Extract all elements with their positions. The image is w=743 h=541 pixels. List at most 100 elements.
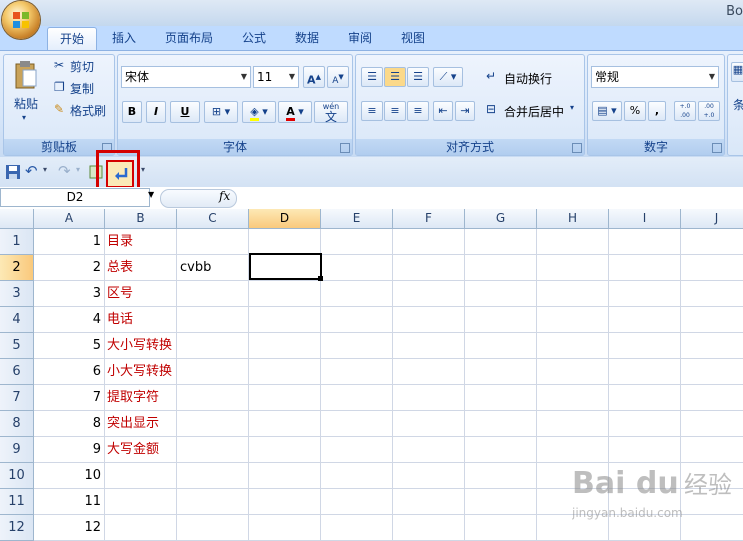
cell-g[interactable] [465, 489, 537, 515]
tab-formulas[interactable]: 公式 [234, 27, 274, 49]
align-left-button[interactable]: ≡ [361, 101, 383, 121]
cell-f[interactable] [393, 515, 465, 541]
cell-f[interactable] [393, 229, 465, 255]
cell-f[interactable] [393, 307, 465, 333]
save-icon[interactable] [5, 164, 21, 180]
wrap-text-button[interactable]: ↵ 自动换行 [484, 68, 580, 88]
cell-a[interactable]: 2 [34, 255, 105, 281]
number-launcher-icon[interactable] [712, 143, 722, 153]
row-header[interactable]: 8 [0, 411, 34, 437]
undo-icon[interactable]: ↶ [25, 162, 38, 180]
column-header-j[interactable]: J [681, 209, 743, 229]
cell-d[interactable] [249, 411, 321, 437]
cell-i[interactable] [609, 333, 681, 359]
cell-e[interactable] [321, 255, 393, 281]
paste-button[interactable]: 粘贴 ▾ [8, 58, 44, 128]
row-header[interactable]: 3 [0, 281, 34, 307]
formula-input[interactable] [236, 188, 743, 207]
cell-j[interactable] [681, 307, 743, 333]
cell-b[interactable]: 大小写转换 [105, 333, 177, 359]
cell-g[interactable] [465, 515, 537, 541]
row-header[interactable]: 10 [0, 463, 34, 489]
cell-a[interactable]: 11 [34, 489, 105, 515]
cell-f[interactable] [393, 333, 465, 359]
cell-b[interactable]: 区号 [105, 281, 177, 307]
cell-i[interactable] [609, 411, 681, 437]
cell-b[interactable]: 提取字符 [105, 385, 177, 411]
column-header-h[interactable]: H [537, 209, 609, 229]
row-header[interactable]: 2 [0, 255, 34, 281]
cell-c[interactable] [177, 229, 249, 255]
cell-j[interactable] [681, 385, 743, 411]
cell-h[interactable] [537, 229, 609, 255]
increase-decimal-button[interactable]: +.0 .00 [674, 101, 696, 121]
cell-h[interactable] [537, 281, 609, 307]
insert-function-icon[interactable]: fx [219, 189, 230, 203]
cell-a[interactable]: 5 [34, 333, 105, 359]
cell-d[interactable] [249, 229, 321, 255]
cell-e[interactable] [321, 385, 393, 411]
customize-qat-icon[interactable]: ▾ [141, 165, 145, 174]
cell-f[interactable] [393, 437, 465, 463]
cell-i[interactable] [609, 307, 681, 333]
cell-c[interactable] [177, 307, 249, 333]
row-header[interactable]: 9 [0, 437, 34, 463]
grow-font-button[interactable]: A▲ [303, 66, 325, 88]
shrink-font-button[interactable]: A▼ [327, 66, 349, 88]
cell-i[interactable] [609, 359, 681, 385]
align-right-button[interactable]: ≡ [407, 101, 429, 121]
styles-button[interactable]: ▦ [731, 62, 743, 82]
cell-c[interactable] [177, 489, 249, 515]
cell-d[interactable] [249, 515, 321, 541]
cell-g[interactable] [465, 307, 537, 333]
column-header-i[interactable]: I [609, 209, 681, 229]
font-color-button[interactable]: A ▾ [278, 101, 312, 123]
cell-e[interactable] [321, 229, 393, 255]
column-header-b[interactable]: B [105, 209, 177, 229]
cell-f[interactable] [393, 359, 465, 385]
cell-g[interactable] [465, 359, 537, 385]
cell-c[interactable] [177, 359, 249, 385]
currency-button[interactable]: ▤ ▾ [592, 101, 622, 121]
cell-h[interactable] [537, 307, 609, 333]
office-button[interactable] [2, 1, 40, 39]
cell-a[interactable]: 8 [34, 411, 105, 437]
cell-g[interactable] [465, 281, 537, 307]
cell-b[interactable]: 总表 [105, 255, 177, 281]
cell-h[interactable] [537, 385, 609, 411]
cell-b[interactable]: 电话 [105, 307, 177, 333]
cell-d[interactable] [249, 385, 321, 411]
cell-g[interactable] [465, 333, 537, 359]
name-box-dropdown-icon[interactable]: ▼ [148, 190, 154, 199]
cell-e[interactable] [321, 359, 393, 385]
cell-c[interactable] [177, 463, 249, 489]
cell-d[interactable] [249, 333, 321, 359]
name-box[interactable]: D2 [0, 188, 150, 207]
copy-button[interactable]: ❐ 复制 [52, 80, 110, 96]
undo-dropdown-icon[interactable]: ▾ [43, 165, 47, 174]
row-header[interactable]: 12 [0, 515, 34, 541]
cell-c[interactable] [177, 385, 249, 411]
cell-d[interactable] [249, 489, 321, 515]
row-header[interactable]: 11 [0, 489, 34, 515]
cell-e[interactable] [321, 281, 393, 307]
cell-g[interactable] [465, 437, 537, 463]
cell-e[interactable] [321, 307, 393, 333]
tab-view[interactable]: 视图 [393, 27, 433, 49]
decrease-decimal-button[interactable]: .00 +.0 [698, 101, 720, 121]
cell-h[interactable] [537, 333, 609, 359]
cell-a[interactable]: 3 [34, 281, 105, 307]
cell-c[interactable] [177, 333, 249, 359]
cell-b[interactable] [105, 463, 177, 489]
cell-h[interactable] [537, 359, 609, 385]
cell-b[interactable]: 小大写转换 [105, 359, 177, 385]
cell-j[interactable] [681, 229, 743, 255]
cell-g[interactable] [465, 411, 537, 437]
cell-c[interactable]: cvbb [177, 255, 249, 281]
cell-a[interactable]: 6 [34, 359, 105, 385]
alignment-launcher-icon[interactable] [572, 143, 582, 153]
cell-i[interactable] [609, 281, 681, 307]
percent-button[interactable]: % [624, 101, 646, 121]
cut-button[interactable]: ✂ 剪切 [52, 58, 110, 74]
cell-a[interactable]: 1 [34, 229, 105, 255]
